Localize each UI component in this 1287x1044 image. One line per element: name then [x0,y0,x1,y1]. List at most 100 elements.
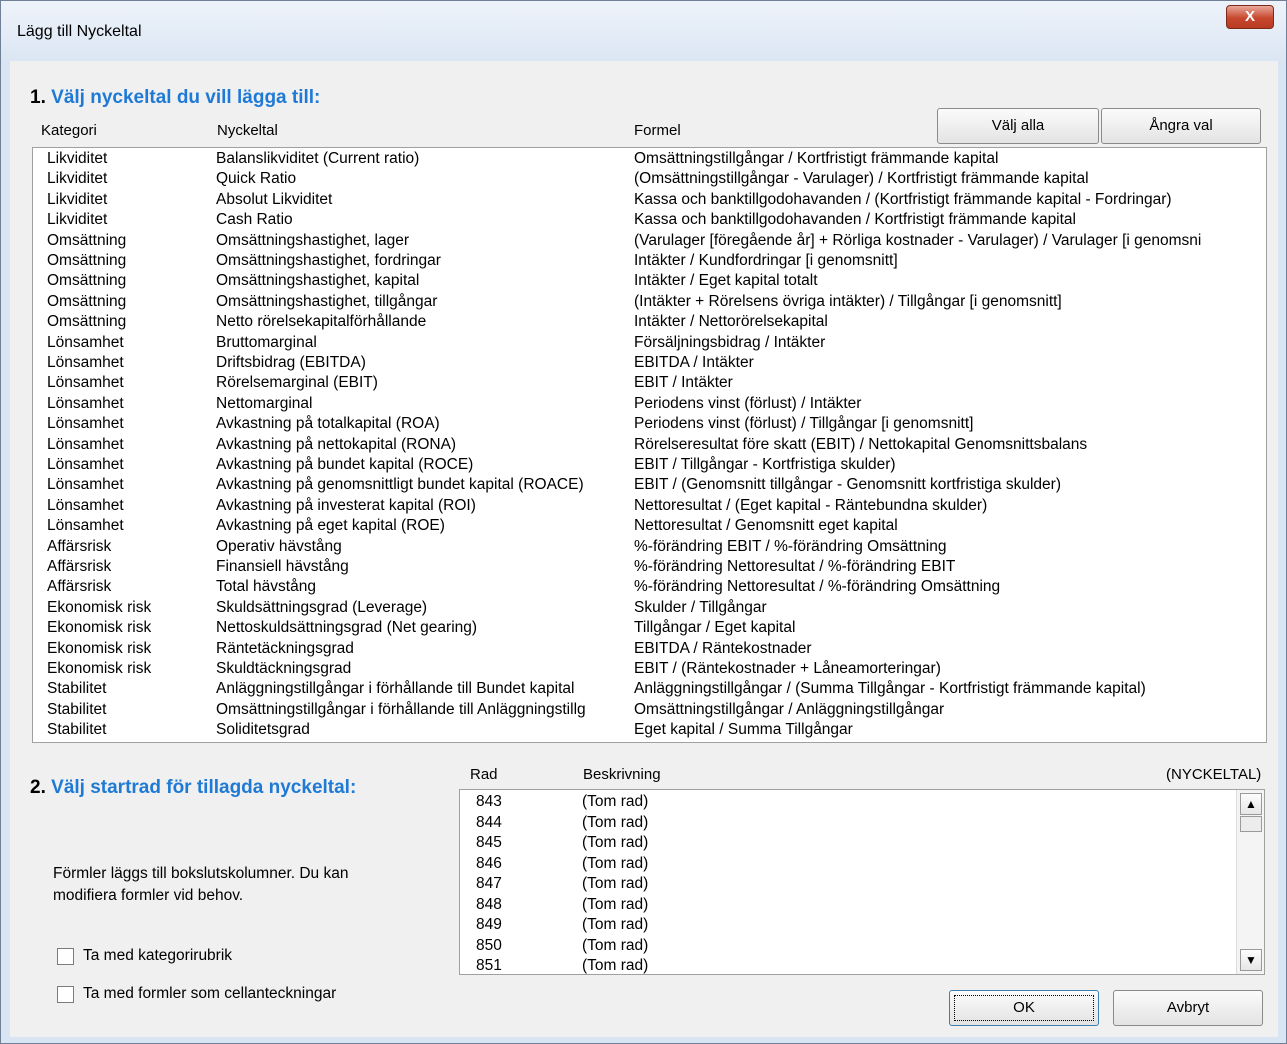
ratio-row[interactable]: Affärsrisk Finansiell hävstång %-förändrin… [33,557,1266,577]
ratio-category-cell: Affärsrisk [47,537,112,555]
ratio-row[interactable]: Affärsrisk Operativ hävstång %-förändring … [33,537,1266,557]
ratio-category-cell: Affärsrisk [47,578,112,596]
ratio-formula-cell: EBIT / (Genomsnitt tillgångar - Genomsni… [634,476,1061,494]
ratio-row[interactable]: Ekonomisk risk Skuldsättningsgrad (Levera… [33,598,1266,618]
include-category-label[interactable]: Ta med kategorirubrik [83,947,232,965]
scroll-thumb[interactable] [1240,816,1262,832]
window-title: Lägg till Nyckeltal [17,23,142,40]
ratio-formula-cell: Omsättningstillgångar / Kortfristigt frä… [634,150,999,167]
dialog-window: Lägg till Nyckeltal X 1. Välj nyckeltal … [0,0,1287,1044]
ratio-name-cell: Nettomarginal [216,394,313,412]
ratio-row[interactable]: Stabilitet Omsättningstillgångar i förhål… [33,700,1266,720]
ratio-name-cell: Avkastning på investerat kapital (ROI) [216,496,476,514]
ok-focus-rect [954,995,1094,1021]
start-row-item[interactable]: 846 (Tom rad) [460,854,1230,874]
start-row-item[interactable]: 850 (Tom rad) [460,936,1230,956]
ratio-row[interactable]: Ekonomisk risk Skuldtäckningsgrad EBIT / (… [33,659,1266,679]
scroll-down-icon[interactable]: ▼ [1240,949,1262,971]
ratio-category-cell: Lönsamhet [47,456,124,473]
ratio-row[interactable]: Lönsamhet Rörelsemarginal (EBIT) EBIT / In… [33,373,1266,393]
start-row-list[interactable]: 843 (Tom rad) 844 (Tom rad) 845 (Tom rad) 846 (… [459,789,1265,975]
ratio-name-cell: Driftsbidrag (EBITDA) [216,354,366,371]
start-row-item[interactable]: 845 (Tom rad) [460,833,1230,853]
sheet-name-label: (NYCKELTAL) [1166,766,1262,783]
ratio-row[interactable]: Lönsamhet Avkastning på investerat kapita… [33,496,1266,516]
start-row-description: (Tom rad) [582,834,649,851]
ratio-row[interactable]: Omsättning Netto rörelsekapitalförhålland… [33,312,1266,332]
column-header-row[interactable]: Rad [470,766,498,783]
ratio-row[interactable]: Lönsamhet Avkastning på totalkapital (ROA… [33,414,1266,434]
include-formulas-checkbox-row[interactable]: Ta med formler som cellanteckningar [57,985,397,1005]
ratio-category-cell: Likviditet [47,190,108,208]
column-header-description[interactable]: Beskrivning [583,766,661,783]
start-row-item[interactable]: 844 (Tom rad) [460,813,1230,833]
ratio-row[interactable]: Omsättning Omsättningshastighet, lager (Va… [33,231,1266,251]
ratio-name-cell: Absolut Likviditet [216,190,333,208]
include-formulas-checkbox[interactable] [57,986,74,1003]
ratio-formula-cell: %-förändring Nettoresultat / %-förändrin… [634,558,956,575]
include-formulas-label[interactable]: Ta med formler som cellanteckningar [83,985,336,1003]
ok-button[interactable]: OK [949,990,1099,1026]
cancel-button[interactable]: Avbryt [1113,990,1263,1026]
ratio-row[interactable]: Ekonomisk risk Nettoskuldsättningsgrad (N… [33,618,1266,638]
include-category-checkbox[interactable] [57,948,74,965]
ratio-row[interactable]: Lönsamhet Avkastning på genomsnittligt bu… [33,475,1266,495]
ratio-formula-cell: Tillgångar / Eget kapital [634,619,796,637]
ratio-row[interactable]: Lönsamhet Nettomarginal Periodens vinst (f… [33,394,1266,414]
close-button[interactable]: X [1226,5,1274,29]
ratio-name-cell: Avkastning på nettokapital (RONA) [216,435,457,453]
column-header-category[interactable]: Kategori [41,122,97,139]
column-header-ratio[interactable]: Nyckeltal [217,122,278,139]
ratio-formula-cell: Intäkter / Eget kapital totalt [634,272,818,290]
ratio-category-cell: Omsättning [47,231,127,249]
step2-heading: 2. Välj startrad för tillagda nyckeltal: [30,777,356,799]
column-header-formula[interactable]: Formel [634,122,681,139]
ratio-row[interactable]: Omsättning Omsättningshastighet, kapital I… [33,271,1266,291]
ratio-row[interactable]: Likviditet Balanslikviditet (Current rati… [33,149,1266,169]
ratio-formula-cell: Periodens vinst (förlust) / Intäkter [634,394,862,412]
ratio-row[interactable]: Lönsamhet Avkastning på eget kapital (ROE… [33,516,1266,536]
ratio-formula-cell: Anläggningstillgångar / (Summa Tillgånga… [634,680,1146,698]
start-row-number: 845 [476,834,502,851]
ratio-row[interactable]: Likviditet Absolut Likviditet Kassa och ba… [33,190,1266,210]
ratio-row[interactable]: Stabilitet Anläggningstillgångar i förhål… [33,679,1266,699]
start-row-item[interactable]: 847 (Tom rad) [460,874,1230,894]
undo-selection-button[interactable]: Ångra val [1101,108,1261,144]
ratio-formula-cell: Periodens vinst (förlust) / Tillgångar [… [634,415,974,433]
ratio-list[interactable]: Likviditet Balanslikviditet (Current rati… [32,147,1267,743]
ratio-formula-cell: Skulder / Tillgångar [634,598,767,616]
title-bar[interactable]: Lägg till Nyckeltal X [1,1,1286,61]
start-row-scrollbar[interactable]: ▲ ▼ [1236,790,1264,974]
start-row-number: 847 [476,875,502,892]
scroll-up-icon[interactable]: ▲ [1240,793,1262,815]
ratio-row[interactable]: Affärsrisk Total hävstång %-förändring Net… [33,577,1266,597]
ratio-row[interactable]: Lönsamhet Avkastning på nettokapital (RON… [33,435,1266,455]
ratio-row[interactable]: Ekonomisk risk Räntetäckningsgrad EBITDA /… [33,639,1266,659]
start-row-number: 844 [476,813,502,831]
ratio-category-cell: Omsättning [47,292,127,310]
ratio-row[interactable]: Lönsamhet Avkastning på bundet kapital (R… [33,455,1266,475]
ratio-row[interactable]: Likviditet Quick Ratio (Omsättningstillgån… [33,169,1266,189]
ratio-category-cell: Lönsamhet [47,374,124,392]
include-category-checkbox-row[interactable]: Ta med kategorirubrik [57,947,377,967]
select-all-button[interactable]: Välj alla [937,108,1099,144]
ratio-row[interactable]: Omsättning Omsättningshastighet, fordring… [33,251,1266,271]
start-row-item[interactable]: 849 (Tom rad) [460,915,1230,935]
ratio-row[interactable]: Omsättning Omsättningshastighet, tillgång… [33,292,1266,312]
start-row-item[interactable]: 848 (Tom rad) [460,895,1230,915]
start-row-item[interactable]: 843 (Tom rad) [460,792,1230,812]
ratio-row[interactable]: Lönsamhet Driftsbidrag (EBITDA) EBITDA / I… [33,353,1266,373]
ratio-formula-cell: Eget kapital / Summa Tillgångar [634,721,853,739]
start-row-number: 848 [476,895,502,913]
ratio-row[interactable]: Likviditet Cash Ratio Kassa och banktillgo… [33,210,1266,230]
ratio-category-cell: Lönsamhet [47,517,124,535]
ratio-row[interactable]: Lönsamhet Bruttomarginal Försäljningsbidra… [33,333,1266,353]
start-row-item[interactable]: 851 (Tom rad) [460,956,1230,974]
ratio-row[interactable]: Stabilitet Soliditetsgrad Eget kapital / S… [33,720,1266,740]
select-all-label: Välj alla [991,117,1045,134]
step2-title: Välj startrad för tillagda nyckeltal: [51,777,357,798]
start-row-number: 849 [476,916,502,933]
info-line-2: modifiera formler vid behov. [53,887,244,904]
ratio-category-cell: Affärsrisk [47,558,112,575]
ratio-formula-cell: Rörelseresultat före skatt (EBIT) / Nett… [634,435,1088,453]
